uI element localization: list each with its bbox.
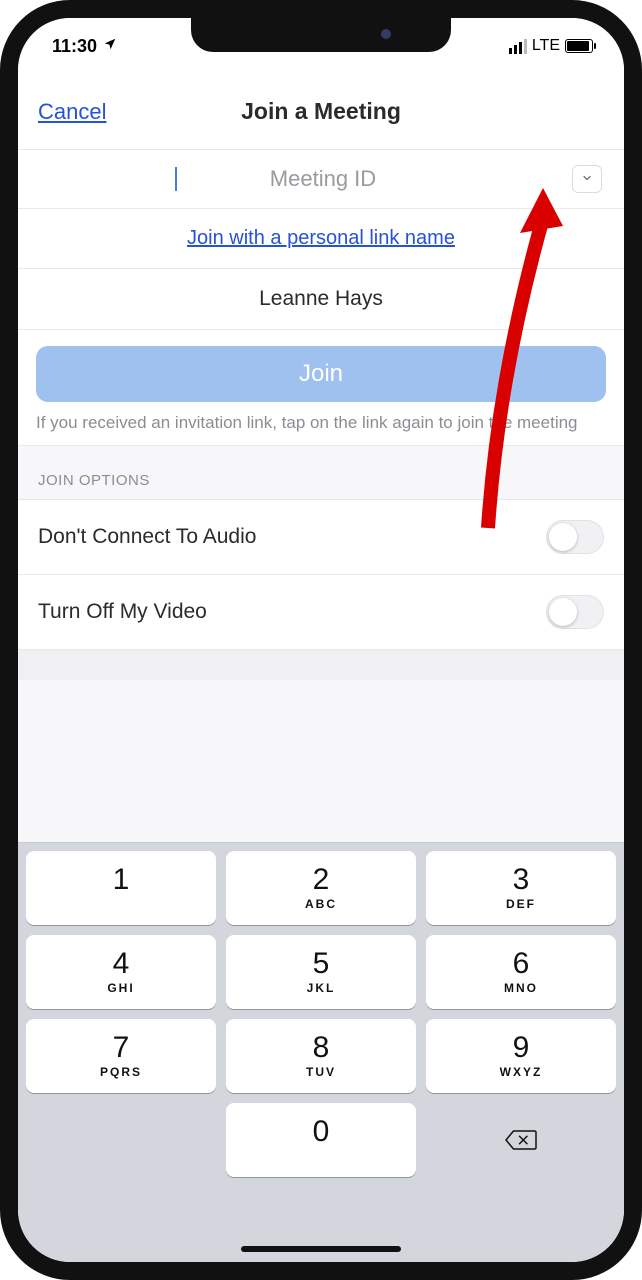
keypad-key-8[interactable]: 8TUV bbox=[226, 1019, 416, 1093]
status-time: 11:30 bbox=[52, 36, 97, 57]
meeting-history-dropdown[interactable] bbox=[572, 165, 602, 193]
page-title: Join a Meeting bbox=[241, 98, 401, 125]
notch bbox=[191, 18, 451, 52]
signal-icon bbox=[509, 39, 527, 54]
numeric-keyboard: 1 2ABC3DEF 4GHI5JKL6MNO 7PQRS8TUV9WXYZ0 bbox=[18, 842, 624, 1262]
battery-icon bbox=[565, 39, 596, 53]
keypad-key-7[interactable]: 7PQRS bbox=[26, 1019, 216, 1093]
meeting-id-row bbox=[18, 150, 624, 209]
personal-link-button[interactable]: Join with a personal link name bbox=[187, 227, 455, 250]
chevron-down-icon bbox=[581, 171, 593, 187]
keypad-key-9[interactable]: 9WXYZ bbox=[426, 1019, 616, 1093]
display-name-value: Leanne Hays bbox=[259, 287, 383, 311]
phone-frame: 11:30 LTE Cancel Join a Meeting bbox=[0, 0, 642, 1280]
option-audio-label: Don't Connect To Audio bbox=[38, 525, 256, 549]
location-icon bbox=[103, 37, 117, 55]
text-cursor bbox=[175, 167, 177, 191]
meeting-id-input[interactable] bbox=[179, 166, 467, 192]
join-section: Join If you received an invitation link,… bbox=[18, 330, 624, 446]
display-name-row[interactable]: Leanne Hays bbox=[18, 269, 624, 330]
keypad-backspace[interactable] bbox=[426, 1103, 616, 1177]
option-audio-toggle[interactable] bbox=[546, 520, 604, 554]
cancel-button[interactable]: Cancel bbox=[38, 99, 106, 125]
option-video-toggle[interactable] bbox=[546, 595, 604, 629]
join-button[interactable]: Join bbox=[36, 346, 606, 402]
keypad-key-1[interactable]: 1 bbox=[26, 851, 216, 925]
keypad-blank bbox=[26, 1103, 216, 1177]
keypad-key-0[interactable]: 0 bbox=[226, 1103, 416, 1177]
keypad-key-2[interactable]: 2ABC bbox=[226, 851, 416, 925]
spacer bbox=[18, 650, 624, 680]
keypad-key-4[interactable]: 4GHI bbox=[26, 935, 216, 1009]
option-video-label: Turn Off My Video bbox=[38, 600, 207, 624]
join-options-header: JOIN OPTIONS bbox=[18, 446, 624, 500]
help-text: If you received an invitation link, tap … bbox=[36, 412, 606, 435]
keypad-key-3[interactable]: 3DEF bbox=[426, 851, 616, 925]
keypad-key-5[interactable]: 5JKL bbox=[226, 935, 416, 1009]
personal-link-row: Join with a personal link name bbox=[18, 209, 624, 269]
home-indicator[interactable] bbox=[241, 1246, 401, 1252]
option-video-row: Turn Off My Video bbox=[18, 575, 624, 650]
nav-header: Cancel Join a Meeting bbox=[18, 74, 624, 150]
keypad-key-6[interactable]: 6MNO bbox=[426, 935, 616, 1009]
carrier-label: LTE bbox=[532, 37, 560, 55]
option-audio-row: Don't Connect To Audio bbox=[18, 500, 624, 575]
